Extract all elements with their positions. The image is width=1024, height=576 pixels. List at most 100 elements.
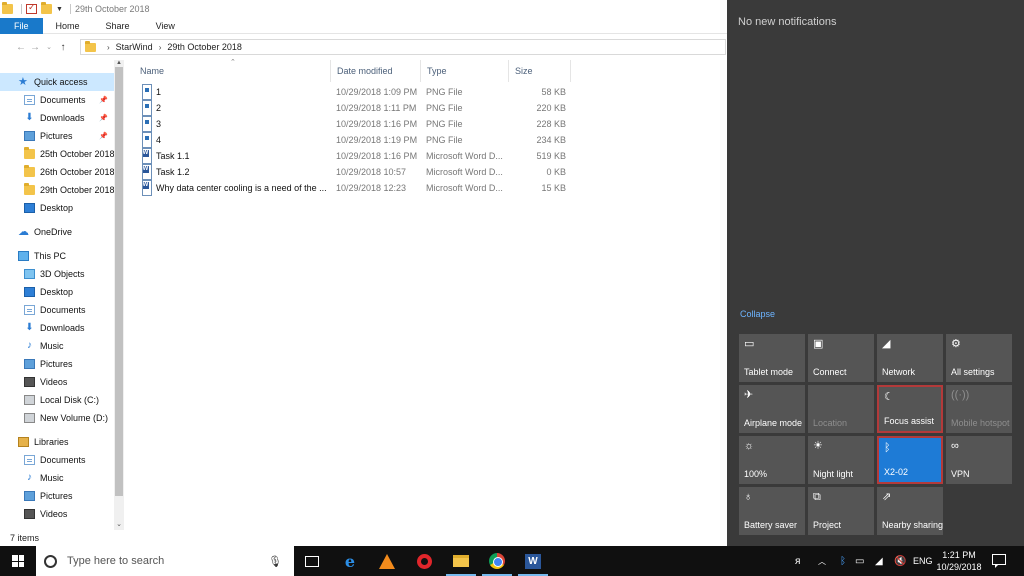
quick-action-location[interactable]: Location (808, 385, 874, 433)
nav-item-label: Videos (40, 509, 68, 519)
nav-item-label: Downloads (40, 323, 85, 333)
column-header-size[interactable]: Size (509, 60, 571, 82)
tile-label: Connect (813, 367, 847, 377)
title-bar: ▼ 29th October 2018 (0, 0, 727, 18)
breadcrumb-current-folder[interactable]: 29th October 2018 (167, 42, 242, 52)
nav-item[interactable]: Libraries (0, 433, 114, 451)
column-header-date-modified[interactable]: Date modified (331, 60, 421, 82)
nav-item[interactable]: ☁ OneDrive (0, 223, 114, 241)
show-hidden-icons-chevron-icon[interactable]: ︿ (818, 546, 826, 576)
nav-item[interactable]: 29th October 2018 (0, 181, 114, 199)
file-row[interactable]: Task 1.1 10/29/2018 1:16 PM Microsoft Word… (134, 148, 574, 164)
file-row[interactable]: 1 10/29/2018 1:09 PM PNG File 58 KB (134, 84, 574, 100)
nav-item[interactable]: Documents (0, 451, 114, 469)
quick-action-night-light[interactable]: ☀ Night light (808, 436, 874, 484)
network-tray-icon[interactable]: ◢ (875, 546, 883, 576)
breadcrumb-starwind[interactable]: StarWind (116, 42, 153, 52)
tile-label: Focus assist (884, 416, 935, 426)
nav-item[interactable]: This PC (0, 247, 114, 265)
pin-icon: 📌 (99, 97, 108, 104)
quick-action-mobile-hotspot[interactable]: ((·)) Mobile hotspot (946, 385, 1012, 433)
word-document-icon (142, 148, 152, 164)
nav-item[interactable]: ⬇ Downloads (0, 319, 114, 337)
start-button[interactable] (0, 546, 36, 576)
battery-icon[interactable]: ▭ (855, 546, 864, 576)
file-row[interactable]: Why data center cooling is a need of the… (134, 180, 574, 196)
collapse-link[interactable]: Collapse (740, 309, 775, 319)
quick-action-focus-assist[interactable]: ☾ Focus assist (877, 385, 943, 433)
nav-item[interactable]: ♪ Music (0, 337, 114, 355)
tab-home[interactable]: Home (43, 18, 93, 34)
chrome-button[interactable] (482, 551, 512, 576)
people-icon[interactable]: ᴙ (795, 546, 800, 576)
quick-action-all-settings[interactable]: ⚙ All settings (946, 334, 1012, 382)
nav-item[interactable]: Pictures (0, 487, 114, 505)
edge-button[interactable]: e (339, 551, 361, 571)
quick-action-x2-02[interactable]: ᛒ X2-02 (877, 436, 943, 484)
bluetooth-tray-icon[interactable]: ᛒ (840, 546, 846, 576)
quick-action-tablet-mode[interactable]: ▭ Tablet mode (739, 334, 805, 382)
recent-locations-icon[interactable]: ⌄ (42, 43, 56, 51)
nav-item[interactable]: Documents 📌 (0, 91, 114, 109)
nav-item[interactable]: Local Disk (C:) (0, 391, 114, 409)
new-folder-icon[interactable] (41, 2, 52, 14)
quick-action-vpn[interactable]: ∞ VPN (946, 436, 1012, 484)
tab-file[interactable]: File (0, 18, 43, 34)
column-header-name[interactable]: Name (134, 60, 331, 82)
nav-item[interactable]: ⬇ Downloads 📌 (0, 109, 114, 127)
address-bar[interactable]: › StarWind › 29th October 2018 (80, 39, 726, 55)
word-button[interactable]: W (518, 551, 548, 576)
scroll-down-icon[interactable]: ⌄ (114, 520, 124, 528)
quick-action-network[interactable]: ◢ Network (877, 334, 943, 382)
nav-item[interactable]: 25th October 2018 (0, 145, 114, 163)
microphone-icon[interactable]: 🎙 (268, 555, 282, 568)
action-center-notification-icon[interactable] (992, 554, 1006, 568)
up-arrow-icon[interactable]: ↑ (56, 42, 70, 53)
file-row[interactable]: 3 10/29/2018 1:16 PM PNG File 228 KB (134, 116, 574, 132)
column-header-type[interactable]: Type (421, 60, 509, 82)
file-row[interactable]: 4 10/29/2018 1:19 PM PNG File 234 KB (134, 132, 574, 148)
nav-item[interactable]: Desktop (0, 283, 114, 301)
cortana-icon (44, 554, 57, 568)
quick-action-nearby-sharing[interactable]: ⇗ Nearby sharing (877, 487, 943, 535)
nav-item[interactable]: ★ Quick access (0, 73, 114, 91)
nav-item[interactable]: Desktop (0, 199, 114, 217)
quick-action-100[interactable]: ☼ 100% (739, 436, 805, 484)
opera-button[interactable] (413, 551, 435, 571)
nav-item[interactable]: Pictures (0, 355, 114, 373)
taskbar-search-box[interactable]: Type here to search 🎙 (36, 546, 294, 576)
forward-arrow-icon[interactable]: → (28, 42, 42, 53)
clock[interactable]: 1:21 PM 10/29/2018 (930, 549, 988, 573)
task-view-button[interactable] (301, 551, 323, 571)
nav-item[interactable]: New Volume (D:) (0, 409, 114, 427)
nav-item[interactable]: Pictures 📌 (0, 127, 114, 145)
nav-item[interactable]: ♪ Music (0, 469, 114, 487)
nav-item-label: Libraries (34, 437, 69, 447)
volume-muted-icon[interactable]: 🔇 (894, 546, 906, 576)
customize-quick-access-icon[interactable]: ▼ (56, 6, 63, 13)
quick-action-project[interactable]: ⧉ Project (808, 487, 874, 535)
back-arrow-icon[interactable]: ← (14, 42, 28, 53)
nav-item[interactable]: 3D Objects (0, 265, 114, 283)
project-icon: ⧉ (813, 491, 821, 503)
quick-action-airplane-mode[interactable]: ✈ Airplane mode (739, 385, 805, 433)
tile-label: Battery saver (744, 520, 798, 530)
scrollbar-thumb[interactable] (115, 67, 123, 496)
nav-item[interactable]: Videos (0, 505, 114, 523)
quick-action-connect[interactable]: ▣ Connect (808, 334, 874, 382)
file-row[interactable]: Task 1.2 10/29/2018 10:57 Microsoft Word D… (134, 164, 574, 180)
file-explorer-button[interactable] (446, 551, 476, 576)
nav-item-label: Documents (40, 305, 86, 315)
quick-action-battery-saver[interactable]: ♁ Battery saver (739, 487, 805, 535)
vlc-button[interactable] (376, 551, 398, 571)
tab-share[interactable]: Share (93, 18, 143, 34)
properties-icon[interactable] (26, 2, 37, 14)
scroll-up-icon[interactable]: ▲ (114, 60, 124, 66)
file-row[interactable]: 2 10/29/2018 1:11 PM PNG File 220 KB (134, 100, 574, 116)
nav-item[interactable]: 26th October 2018 (0, 163, 114, 181)
nav-item[interactable]: Documents (0, 301, 114, 319)
tile-label: All settings (951, 367, 995, 377)
navigation-scrollbar[interactable]: ▲ ⌄ (114, 60, 124, 530)
nav-item[interactable]: Videos (0, 373, 114, 391)
tab-view[interactable]: View (143, 18, 188, 34)
